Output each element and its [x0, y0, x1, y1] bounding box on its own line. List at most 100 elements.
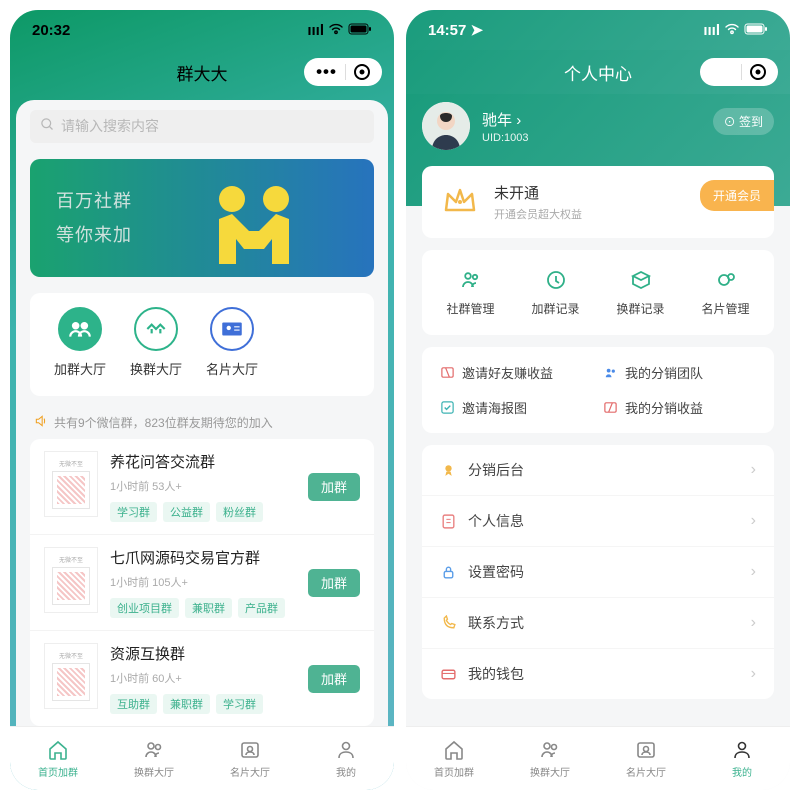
services-card: 社群管理 加群记录 换群记录 名片管理: [422, 250, 774, 335]
qr-thumbnail: 无微不至: [44, 451, 98, 517]
page-title: 群大大: [177, 60, 228, 85]
search-placeholder: 请输入搜索内容: [61, 116, 159, 136]
notice-bar: 共有9个微信群，823位群友期待您的加入: [16, 406, 388, 439]
status-time: 20:32: [32, 22, 70, 39]
lock-icon: [440, 564, 457, 581]
open-vip-button[interactable]: 开通会员: [700, 180, 774, 211]
chevron-right-icon: ›: [751, 512, 756, 530]
more-icon[interactable]: •••: [316, 62, 337, 82]
tab-namecard[interactable]: 名片大厅: [598, 727, 694, 790]
tabbar: 首页加群 换群大厅 名片大厅 我的: [406, 726, 790, 790]
signal-icon: ıııl: [307, 22, 324, 39]
battery-icon: [348, 22, 372, 39]
header: 个人中心 •••: [406, 50, 790, 94]
group-item[interactable]: 无微不至 资源互换群 1小时前 60人+ 互助群 兼职群 学习群 加群: [30, 631, 374, 726]
card-icon: [440, 666, 457, 683]
settings-list: 分销后台› 个人信息› 设置密码› 联系方式› 我的钱包›: [422, 445, 774, 699]
phone-icon: [440, 615, 457, 632]
more-icon[interactable]: •••: [712, 62, 733, 82]
group-list: 无微不至 养花问答交流群 1小时前 53人+ 学习群 公益群 粉丝群 加群 无微…: [30, 439, 374, 726]
tab-home[interactable]: 首页加群: [10, 727, 106, 790]
wifi-icon: [724, 22, 740, 39]
join-button[interactable]: 加群: [308, 473, 360, 501]
wallet-icon: [603, 400, 618, 415]
handshake-small-icon: [134, 307, 178, 351]
miniprogram-capsule[interactable]: •••: [304, 58, 382, 86]
banner-text: 百万社群 等你来加: [56, 184, 132, 252]
link-poster[interactable]: 邀请海报图: [440, 398, 593, 417]
chevron-right-icon: ›: [751, 563, 756, 581]
form-icon: [440, 513, 457, 530]
id-card-icon: [210, 307, 254, 351]
tabbar: 首页加群 换群大厅 名片大厅 我的: [10, 726, 394, 790]
location-icon: ➤: [471, 22, 484, 39]
crown-icon: [440, 182, 480, 222]
content: 请输入搜索内容 百万社群 等你来加 加群大厅 换群大厅 名片大厅: [16, 100, 388, 726]
status-icons: ıııl: [307, 22, 372, 39]
status-bar: 20:32 ıııl: [10, 10, 394, 50]
row-profile[interactable]: 个人信息›: [422, 496, 774, 547]
chevron-right-icon: ›: [751, 461, 756, 479]
group-icon: [58, 307, 102, 351]
service-exchange-record[interactable]: 换群记录: [598, 268, 683, 317]
chevron-right-icon: ›: [516, 112, 521, 129]
tab-mine[interactable]: 我的: [298, 727, 394, 790]
chevron-right-icon: ›: [751, 665, 756, 683]
checkin-button[interactable]: ⊙ 签到: [713, 108, 774, 135]
tab-exchange[interactable]: 换群大厅: [106, 727, 202, 790]
battery-icon: [744, 22, 768, 39]
category-add-group[interactable]: 加群大厅: [54, 307, 106, 378]
tab-exchange[interactable]: 换群大厅: [502, 727, 598, 790]
row-distribution[interactable]: 分销后台›: [422, 445, 774, 496]
service-join-record[interactable]: 加群记录: [513, 268, 598, 317]
medal-icon: [440, 462, 457, 479]
chevron-right-icon: ›: [751, 614, 756, 632]
qr-thumbnail: 无微不至: [44, 547, 98, 613]
page-title: 个人中心: [564, 60, 632, 85]
divider: [345, 64, 346, 80]
tab-mine[interactable]: 我的: [694, 727, 790, 790]
avatar[interactable]: [422, 102, 470, 150]
join-button[interactable]: 加群: [308, 665, 360, 693]
signal-icon: ıııl: [703, 22, 720, 39]
handshake-icon: [194, 179, 314, 274]
screen-profile: 14:57 ➤ ıııl 个人中心 ••• 驰年 › UID:1003 ⊙ 签到…: [406, 10, 790, 790]
team-icon: [603, 365, 618, 380]
status-time: 14:57: [428, 22, 466, 39]
category-exchange[interactable]: 换群大厅: [130, 307, 182, 378]
invite-card: 邀请好友赚收益 我的分销团队 邀请海报图 我的分销收益: [422, 347, 774, 433]
tab-home[interactable]: 首页加群: [406, 727, 502, 790]
group-item[interactable]: 无微不至 养花问答交流群 1小时前 53人+ 学习群 公益群 粉丝群 加群: [30, 439, 374, 535]
row-contact[interactable]: 联系方式›: [422, 598, 774, 649]
coin-icon: ⊙: [724, 115, 736, 129]
service-community[interactable]: 社群管理: [428, 268, 513, 317]
category-namecard[interactable]: 名片大厅: [206, 307, 258, 378]
close-target-icon[interactable]: [354, 64, 370, 80]
search-input[interactable]: 请输入搜索内容: [30, 110, 374, 143]
qr-thumbnail: 无微不至: [44, 643, 98, 709]
link-team[interactable]: 我的分销团队: [603, 363, 756, 382]
miniprogram-capsule[interactable]: •••: [700, 58, 778, 86]
banner[interactable]: 百万社群 等你来加: [30, 159, 374, 278]
row-wallet[interactable]: 我的钱包›: [422, 649, 774, 699]
vip-card[interactable]: 未开通 开通会员超大权益 开通会员: [422, 166, 774, 238]
category-row: 加群大厅 换群大厅 名片大厅: [30, 293, 374, 396]
divider: [741, 64, 742, 80]
screen-home: 20:32 ıııl 群大大 ••• 请输入搜索内容 百万社群: [10, 10, 394, 790]
group-item[interactable]: 无微不至 七爪网源码交易官方群 1小时前 105人+ 创业项目群 兼职群 产品群…: [30, 535, 374, 631]
close-target-icon[interactable]: [750, 64, 766, 80]
check-icon: [440, 400, 455, 415]
service-namecard[interactable]: 名片管理: [683, 268, 768, 317]
tab-namecard[interactable]: 名片大厅: [202, 727, 298, 790]
link-invite-earn[interactable]: 邀请好友赚收益: [440, 363, 593, 382]
row-password[interactable]: 设置密码›: [422, 547, 774, 598]
speaker-icon: [34, 414, 48, 431]
wifi-icon: [328, 22, 344, 39]
share-icon: [440, 365, 455, 380]
link-earnings[interactable]: 我的分销收益: [603, 398, 756, 417]
join-button[interactable]: 加群: [308, 569, 360, 597]
search-icon: [40, 117, 55, 135]
status-icons: ıııl: [703, 22, 768, 39]
user-info[interactable]: 驰年 › UID:1003: [482, 109, 528, 144]
header: 群大大 •••: [10, 50, 394, 94]
